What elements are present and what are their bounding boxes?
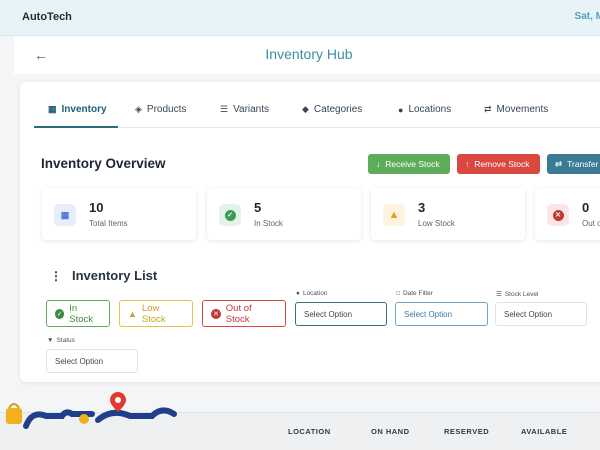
watermark-logo (6, 392, 177, 429)
check-circle-icon: ✓ (219, 204, 241, 226)
inventory-card: ▦ Inventory ◈ Products ☰ Variants ◆ Cate… (20, 82, 600, 382)
select-value: Select Option (304, 309, 353, 319)
more-vertical-icon[interactable]: ⋮ (50, 269, 62, 283)
location-select[interactable]: Select Option (295, 302, 387, 326)
top-bar: AutoTech Sat, M (0, 0, 600, 36)
tab-label: Movements (496, 104, 549, 115)
check-circle-icon: ✓ (55, 308, 65, 319)
tab-label: Locations (408, 104, 452, 115)
stat-value: 10 (89, 200, 104, 215)
stat-value: 5 (254, 200, 262, 215)
select-value: Select Option (404, 309, 453, 319)
layers-icon: ☰ (496, 291, 502, 298)
stat-low-stock: ▲ 3 Low Stock (371, 188, 525, 240)
transfer-button[interactable]: ⇄ Transfer (547, 154, 600, 174)
active-tab-indicator (34, 126, 118, 128)
low-stock-filter-chip[interactable]: ▲ Low Stock (119, 300, 193, 327)
boxes-icon: ▦ (48, 104, 57, 114)
tab-variants[interactable]: ☰ Variants (220, 104, 269, 115)
boxes-icon: ▦ (54, 204, 76, 226)
x-circle-icon: ✕ (547, 204, 569, 226)
label-text: Date Filter (402, 290, 433, 297)
select-value: Select Option (504, 309, 553, 319)
label-text: Stock Level (504, 290, 539, 298)
x-circle-icon: ✕ (211, 308, 221, 319)
page-title: Inventory Hub (265, 46, 353, 62)
chip-label: Out of Stock (225, 302, 252, 325)
overview-title: Inventory Overview (41, 156, 166, 171)
stat-total-items: ▦ 10 Total Items (42, 188, 196, 240)
stat-label: Low Stock (418, 219, 455, 228)
date-filter-label: □ Date Filter (396, 290, 433, 297)
tab-inventory[interactable]: ▦ Inventory (48, 104, 107, 115)
arrow-up-icon: ↑ (465, 159, 470, 169)
in-stock-filter-chip[interactable]: ✓ In Stock (46, 300, 110, 327)
tab-products[interactable]: ◈ Products (135, 104, 186, 115)
button-label: Remove Stock (474, 159, 530, 169)
stat-label: In Stock (254, 219, 283, 228)
stock-level-label: ☰ Stock Level (496, 290, 539, 299)
layers-icon: ☰ (220, 104, 229, 114)
status-filter-label: ▼ Status (47, 337, 75, 344)
warning-icon: ▲ (383, 204, 405, 226)
column-header-location: LOCATION (288, 427, 331, 436)
status-select[interactable]: Select Option (46, 349, 138, 373)
stat-label: Out o (582, 219, 600, 228)
arrow-down-icon: ↓ (376, 159, 381, 169)
hub-header: ← Inventory Hub (14, 36, 600, 74)
stat-label: Total Items (89, 219, 128, 228)
stat-value: 0 (582, 200, 590, 215)
app-title: AutoTech (22, 11, 72, 23)
stat-out-of-stock: ✕ 0 Out o (535, 188, 600, 240)
label-text: Location (302, 290, 328, 297)
button-label: Transfer (567, 159, 599, 169)
column-header-available: AVAILABLE (521, 427, 568, 436)
receive-stock-button[interactable]: ↓ Receive Stock (368, 154, 450, 174)
out-of-stock-filter-chip[interactable]: ✕ Out of Stock (202, 300, 286, 327)
tab-categories[interactable]: ◆ Categories (302, 104, 362, 115)
tab-label: Inventory (61, 104, 107, 115)
tab-movements[interactable]: ⇄ Movements (484, 104, 548, 115)
filter-icon: ▼ (47, 337, 54, 344)
select-value: Select Option (55, 356, 104, 366)
date-filter-select[interactable]: Select Option (395, 302, 488, 326)
exchange-icon: ⇄ (484, 104, 492, 114)
tab-label: Categories (313, 104, 363, 115)
chip-label: Low Stock (141, 302, 166, 325)
map-pin-icon: ● (398, 104, 404, 115)
stat-in-stock: ✓ 5 In Stock (207, 188, 361, 240)
tags-icon: ◆ (302, 104, 309, 114)
tab-bar: ▦ Inventory ◈ Products ☰ Variants ◆ Cate… (34, 98, 600, 128)
date-display: Sat, M (574, 11, 600, 22)
location-filter-label: ● Location (296, 290, 328, 297)
inventory-list-title: ⋮ Inventory List (50, 268, 157, 283)
label-text: Status (56, 337, 75, 344)
remove-stock-button[interactable]: ↑ Remove Stock (457, 154, 540, 174)
tab-label: Products (146, 104, 187, 115)
products-icon: ◈ (135, 104, 142, 114)
warning-icon: ▲ (128, 308, 137, 319)
list-title-text: Inventory List (72, 268, 158, 283)
stat-value: 3 (418, 200, 426, 215)
button-label: Receive Stock (385, 159, 440, 169)
calendar-icon: □ (396, 290, 400, 297)
column-header-on-hand: ON HAND (371, 427, 410, 436)
chip-label: In Stock (69, 302, 94, 325)
column-header-reserved: RESERVED (444, 427, 490, 436)
tab-label: Variants (233, 104, 270, 115)
exchange-icon: ⇄ (555, 158, 563, 169)
stock-level-select[interactable]: Select Option (495, 302, 587, 326)
tab-locations[interactable]: ● Locations (398, 104, 451, 115)
map-pin-icon: ● (296, 290, 300, 297)
